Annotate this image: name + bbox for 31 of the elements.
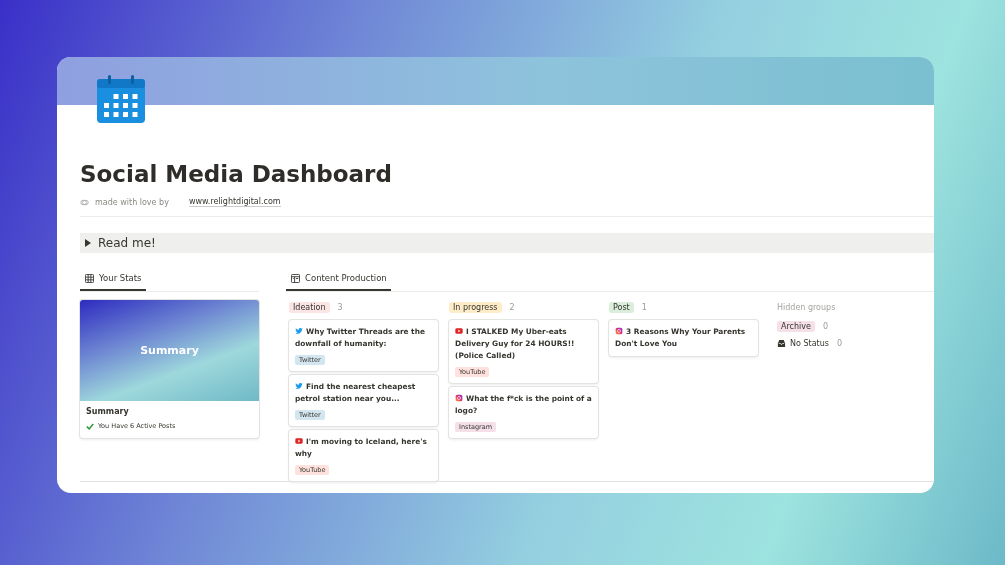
- byline-text: made with love by: [95, 197, 169, 207]
- group-label[interactable]: Archive: [777, 321, 815, 332]
- link-icon: [80, 197, 89, 207]
- inbox-icon: [777, 339, 786, 348]
- camera-icon: [455, 394, 463, 402]
- group-count: 2: [509, 302, 515, 312]
- group-count: 0: [822, 322, 829, 331]
- cover-text: Summary: [140, 344, 199, 357]
- website-link[interactable]: www.relightdigital.com: [188, 197, 281, 207]
- play-icon: [455, 327, 463, 335]
- calendar-icon: [97, 75, 145, 123]
- board-icon: [291, 273, 300, 283]
- table-icon: [85, 273, 94, 283]
- group-count: 1: [641, 302, 647, 312]
- play-icon: [295, 437, 303, 445]
- bird-icon: [295, 327, 303, 335]
- group-label: In progress: [449, 301, 502, 313]
- view-tab[interactable]: Your Stats: [80, 267, 146, 291]
- page-title: Social Media Dashboard: [80, 160, 393, 189]
- bird-icon: [295, 382, 303, 390]
- view-tab[interactable]: Content Production: [286, 267, 391, 291]
- checkmark-icon: [86, 422, 94, 430]
- group-count: 3: [337, 302, 343, 312]
- toggle-block[interactable]: Read me!: [80, 233, 934, 253]
- card-title: Summary: [86, 407, 130, 416]
- camera-icon: [615, 327, 623, 335]
- hidden-groups-heading: Hidden groups: [777, 301, 837, 314]
- no-status-group[interactable]: No Status: [777, 339, 829, 348]
- group-count: 0: [836, 339, 842, 348]
- group-label: Ideation: [289, 301, 330, 313]
- group-label: Post: [609, 301, 634, 313]
